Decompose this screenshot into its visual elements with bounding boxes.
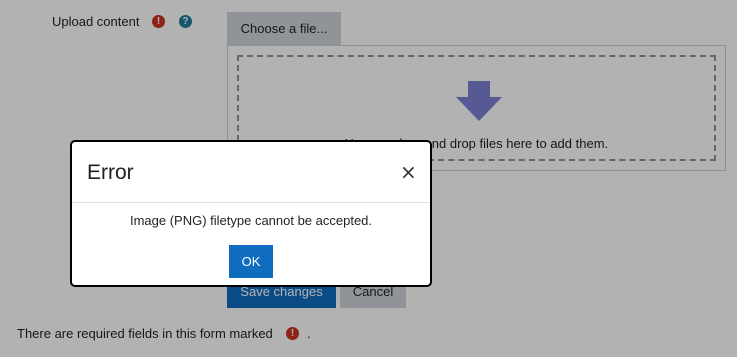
close-icon[interactable]: × xyxy=(400,161,417,183)
error-dialog: Error × Image (PNG) filetype cannot be a… xyxy=(70,140,432,287)
dialog-header: Error × xyxy=(72,142,430,203)
error-message: Image (PNG) filetype cannot be accepted. xyxy=(129,213,373,228)
dialog-title: Error xyxy=(87,161,134,184)
ok-button[interactable]: OK xyxy=(229,245,273,278)
